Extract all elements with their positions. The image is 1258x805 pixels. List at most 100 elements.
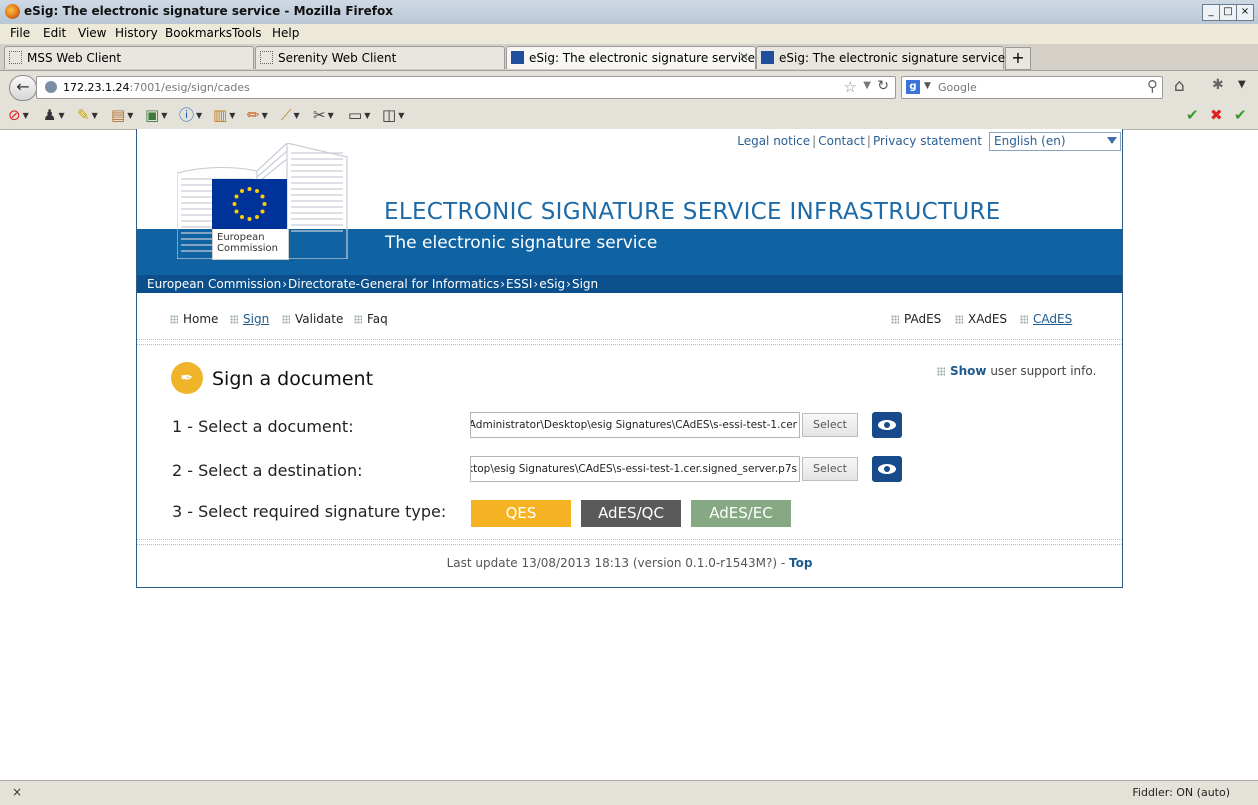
breadcrumb-esig[interactable]: eSig	[539, 277, 565, 291]
breadcrumb-dg-informatics[interactable]: Directorate-General for Informatics	[288, 277, 499, 291]
validate-pass-icon[interactable]: ✔	[1234, 107, 1247, 124]
top-link[interactable]: Top	[789, 556, 812, 570]
site-subtitle: The electronic signature service	[385, 233, 658, 253]
window-title: eSig: The electronic signature service -…	[24, 4, 393, 18]
search-engine-dropdown-icon[interactable]: ▼	[924, 81, 931, 91]
ades-ec-button[interactable]: AdES/EC	[691, 500, 791, 527]
eu-flag-icon	[511, 51, 524, 64]
breadcrumb-european-commission[interactable]: European Commission	[147, 277, 281, 291]
pencil-icon[interactable]: ✏ ▼	[247, 107, 268, 124]
maximize-button[interactable]: □	[1219, 4, 1237, 21]
tab-label: eSig: The electronic signature service	[529, 51, 756, 65]
document-icon[interactable]: ▥ ▼	[213, 107, 235, 124]
new-tab-button[interactable]: +	[1005, 47, 1031, 70]
console-icon[interactable]: ▭ ▼	[348, 107, 370, 124]
grip-icon	[170, 315, 178, 324]
grip-icon	[282, 315, 290, 324]
step2-label: 2 - Select a destination:	[172, 461, 363, 480]
breadcrumb-essi[interactable]: ESSI	[506, 277, 532, 291]
info-icon[interactable]: ⓘ ▼	[179, 107, 202, 124]
language-select[interactable]: English (en)	[989, 132, 1121, 151]
image-icon[interactable]: ▣ ▼	[145, 107, 167, 124]
close-tab-icon[interactable]: ✕	[739, 50, 749, 64]
url-path: :7001/esig/sign/cades	[129, 81, 250, 94]
reload-icon[interactable]: ↻	[877, 78, 889, 94]
disable-icon[interactable]: ⊘ ▼	[8, 107, 29, 124]
toolbar-menu-dropdown-icon[interactable]: ▼	[1238, 79, 1246, 90]
legal-notice-link[interactable]: Legal notice	[737, 134, 810, 148]
validate-error-icon[interactable]: ✖	[1210, 107, 1223, 124]
tab-bar: MSS Web Client Serenity Web Client eSig:…	[0, 44, 1258, 71]
step3-label: 3 - Select required signature type:	[172, 502, 447, 521]
tab-serenity-web-client[interactable]: Serenity Web Client	[255, 46, 505, 69]
grip-icon	[937, 367, 945, 376]
nav-home[interactable]: Home	[170, 312, 218, 326]
nav-sign[interactable]: Sign	[230, 312, 269, 326]
bookmark-star-icon[interactable]: ☆	[844, 78, 857, 96]
qes-button[interactable]: QES	[471, 500, 571, 527]
addon-toolbar: ⊘ ▼ ♟ ▼ ✎ ▼ ▤ ▼ ▣ ▼ ⓘ ▼ ▥ ▼ ✏ ▼ ⟋ ▼ ✂ ▼ ▭ ▼ ◫ ▼ ✔ ✖ …	[0, 103, 1258, 130]
resize-icon[interactable]: ◫ ▼	[382, 107, 404, 124]
menu-file[interactable]: File	[10, 26, 30, 40]
search-input[interactable]	[936, 79, 1135, 96]
search-icon[interactable]: ⚲	[1147, 77, 1158, 95]
site-title: ELECTRONIC SIGNATURE SERVICE INFRASTRUCT…	[384, 199, 1001, 225]
google-icon[interactable]: g	[906, 80, 920, 94]
tools-icon[interactable]: ✂ ▼	[313, 107, 334, 124]
footer: Last update 13/08/2013 18:13 (version 0.…	[137, 556, 1122, 570]
history-dropdown-icon[interactable]: ▼	[863, 80, 871, 91]
view-document-button[interactable]	[872, 412, 902, 438]
contact-link[interactable]: Contact	[818, 134, 865, 148]
validate-ok-icon[interactable]: ✔	[1186, 107, 1199, 124]
fiddler-status[interactable]: Fiddler: ON (auto)	[1132, 786, 1230, 799]
view-destination-button[interactable]	[872, 456, 902, 482]
select-destination-button[interactable]: Select	[802, 457, 858, 481]
blank-page-icon	[9, 51, 22, 64]
user-icon[interactable]: ♟ ▼	[43, 107, 65, 124]
nav-label: Sign	[243, 312, 270, 326]
privacy-statement-link[interactable]: Privacy statement	[873, 134, 982, 148]
page-heading: Sign a document	[212, 368, 374, 390]
firebug-icon[interactable]: ✱	[1212, 77, 1224, 93]
menu-bar: File Edit View History Bookmarks Tools H…	[0, 24, 1258, 44]
nav-pades[interactable]: PAdES	[891, 312, 941, 326]
ruler-icon[interactable]: ⟋ ▼	[281, 107, 300, 124]
menu-bookmarks[interactable]: Bookmarks	[165, 26, 232, 40]
status-bar: × Fiddler: ON (auto)	[0, 780, 1258, 805]
tab-esig[interactable]: eSig: The electronic signature service	[756, 46, 1005, 69]
nav-faq[interactable]: Faq	[354, 312, 388, 326]
close-window-button[interactable]: ×	[1236, 4, 1254, 21]
magic-wand-icon[interactable]: ✎ ▼	[77, 107, 98, 124]
menu-tools[interactable]: Tools	[232, 26, 262, 40]
eu-flag-icon	[212, 179, 287, 229]
nav-label: CAdES	[1033, 312, 1073, 326]
home-icon[interactable]: ⌂	[1174, 76, 1185, 96]
tab-esig-active[interactable]: eSig: The electronic signature service ✕	[506, 46, 756, 69]
select-document-button[interactable]: Select	[802, 413, 858, 437]
nav-xades[interactable]: XAdES	[955, 312, 1007, 326]
logo-text-line: Commission	[217, 243, 279, 254]
nav-validate[interactable]: Validate	[282, 312, 343, 326]
breadcrumb-sign: Sign	[571, 277, 599, 291]
menu-help[interactable]: Help	[272, 26, 299, 40]
tab-mss-web-client[interactable]: MSS Web Client	[4, 46, 254, 69]
nav-label: XAdES	[968, 312, 1008, 326]
menu-edit[interactable]: Edit	[43, 26, 66, 40]
ades-qc-button[interactable]: AdES/QC	[581, 500, 681, 527]
minimize-button[interactable]: _	[1202, 4, 1220, 21]
address-bar[interactable]: 172.23.1.24:7001/esig/sign/cades ☆ ▼ ↻	[36, 76, 896, 99]
menu-view[interactable]: View	[78, 26, 106, 40]
destination-path-input[interactable]: Desktop\esig Signatures\CAdES\s-essi-tes…	[470, 456, 800, 482]
language-value: English (en)	[994, 134, 1066, 148]
nav-cades[interactable]: CAdES	[1020, 312, 1072, 326]
navigation-bar: ← 172.23.1.24:7001/esig/sign/cades ☆ ▼ ↻…	[0, 71, 1258, 103]
menu-history[interactable]: History	[115, 26, 158, 40]
search-box[interactable]: g ▼ ⚲	[901, 76, 1163, 99]
document-path-input[interactable]: ngs\Administrator\Desktop\esig Signature…	[470, 412, 800, 438]
back-button[interactable]: ←	[9, 75, 37, 101]
url-host: 172.23.1.24	[63, 81, 130, 94]
show-support-link[interactable]: Show	[950, 364, 987, 378]
close-addon-bar-icon[interactable]: ×	[12, 785, 22, 799]
clipboard-icon[interactable]: ▤ ▼	[111, 107, 133, 124]
separator	[137, 339, 1122, 345]
